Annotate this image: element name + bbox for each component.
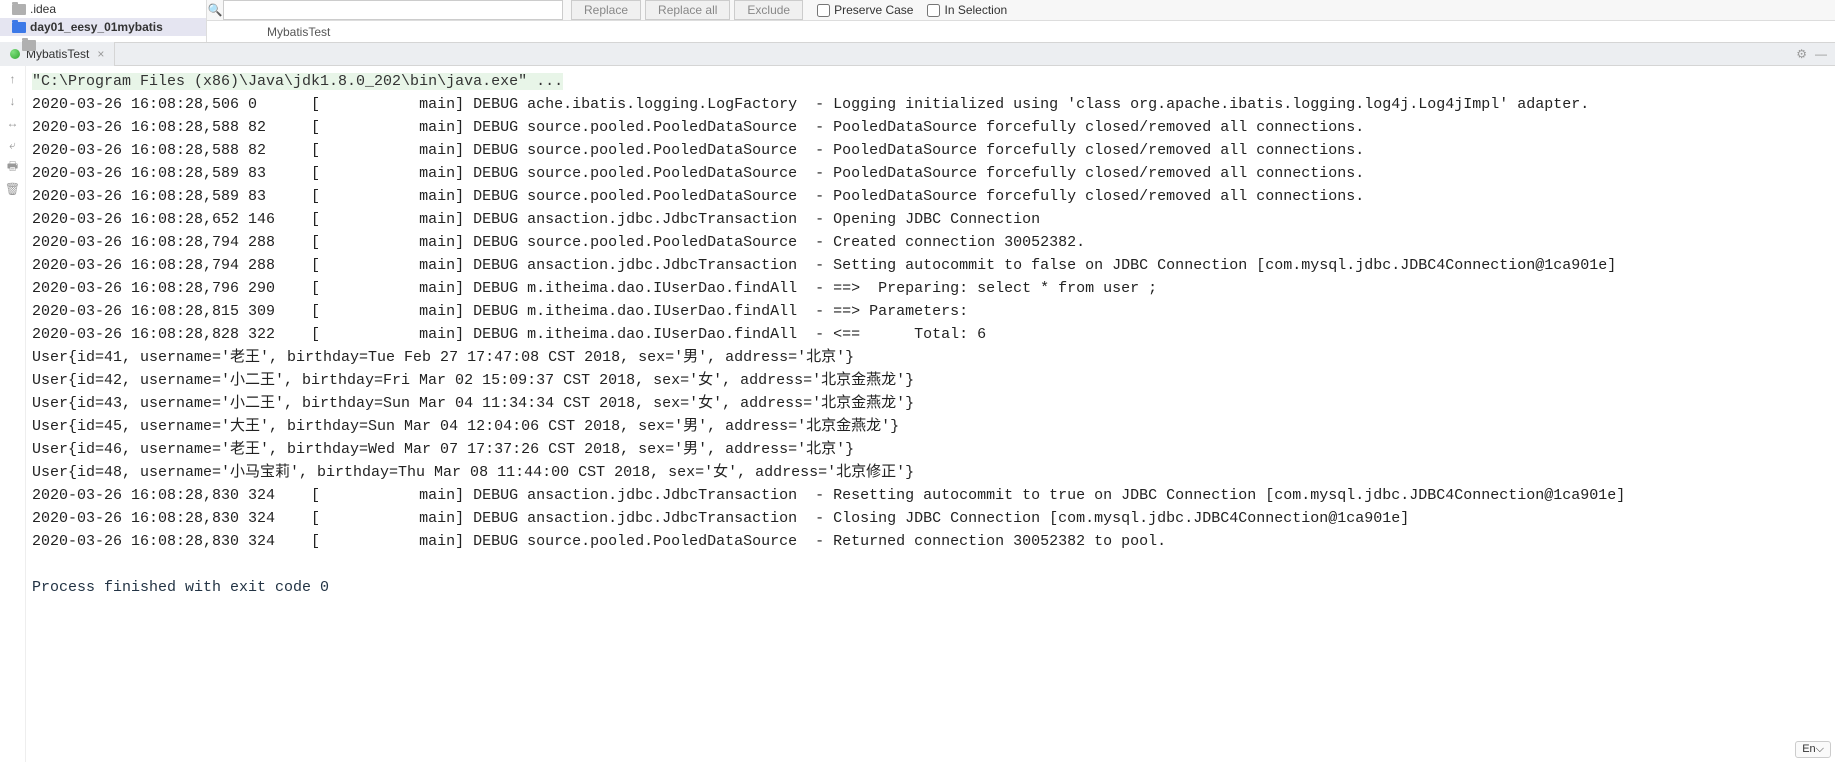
clear-icon[interactable]: 🗑 [4,180,22,198]
console-line: 2020-03-26 16:08:28,589 83 [ main] DEBUG… [32,165,1364,182]
console-line: User{id=48, username='小马宝莉', birthday=Th… [32,464,914,481]
console-line: 2020-03-26 16:08:28,794 288 [ main] DEBU… [32,234,1085,251]
down-icon[interactable]: ↓ [4,92,22,110]
console-line: 2020-03-26 16:08:28,796 290 [ main] DEBU… [32,280,1166,297]
console-line: 2020-03-26 16:08:28,506 0 [ main] DEBUG … [32,96,1589,113]
tree-item-idea[interactable]: .idea [0,0,206,18]
tab-mybatistest[interactable]: MybatisTest × [0,42,115,66]
folder-icon [22,40,36,51]
console-line: 2020-03-26 16:08:28,815 309 [ main] DEBU… [32,303,977,320]
in-selection-label: In Selection [944,3,1007,17]
console-line: User{id=42, username='小二王', birthday=Fri… [32,372,914,389]
console-output[interactable]: "C:\Program Files (x86)\Java\jdk1.8.0_20… [26,66,1835,762]
console-line: User{id=45, username='大王', birthday=Sun … [32,418,899,435]
scroll-to-end-icon[interactable]: ⤶ [4,136,22,154]
console-line: 2020-03-26 16:08:28,589 83 [ main] DEBUG… [32,188,1364,205]
console-line: 2020-03-26 16:08:28,828 322 [ main] DEBU… [32,326,986,343]
gear-icon[interactable]: ⚙ [1796,47,1807,61]
run-tab-bar: MybatisTest × ⚙ — [0,42,1835,66]
minimize-icon[interactable]: — [1815,47,1827,61]
tree-label: .idea [30,2,56,16]
preserve-case-input[interactable] [817,4,830,17]
console-line: 2020-03-26 16:08:28,830 324 [ main] DEBU… [32,533,1166,550]
find-replace-bar: 🔍 Replace Replace all Exclude Preserve C… [207,0,1835,21]
close-icon[interactable]: × [97,47,104,61]
console-line: 2020-03-26 16:08:28,652 146 [ main] DEBU… [32,211,1040,228]
replace-all-button[interactable]: Replace all [645,0,730,20]
tree-item-project[interactable]: day01_eesy_01mybatis [0,18,206,36]
breadcrumb-text: MybatisTest [267,25,330,39]
print-icon[interactable]: 🖶 [4,158,22,176]
replace-button[interactable]: Replace [571,0,641,20]
console-gutter: ↑ ↓ ↔ ⤶ 🖶 🗑 [0,66,26,762]
console-command-line: "C:\Program Files (x86)\Java\jdk1.8.0_20… [32,73,563,90]
console-line: User{id=41, username='老王', birthday=Tue … [32,349,854,366]
in-selection-checkbox[interactable]: In Selection [927,3,1007,17]
search-icon: 🔍 [207,3,223,17]
up-icon[interactable]: ↑ [4,70,22,88]
preserve-case-label: Preserve Case [834,3,913,17]
in-selection-input[interactable] [927,4,940,17]
search-input[interactable] [223,0,563,20]
exclude-button[interactable]: Exclude [734,0,803,20]
console-line: 2020-03-26 16:08:28,588 82 [ main] DEBUG… [32,119,1364,136]
preserve-case-checkbox[interactable]: Preserve Case [817,3,913,17]
console-line: User{id=46, username='老王', birthday=Wed … [32,441,854,458]
soft-wrap-icon[interactable]: ↔ [4,114,22,132]
folder-icon [12,22,26,33]
console-exit-line: Process finished with exit code 0 [32,579,329,596]
console-line: 2020-03-26 16:08:28,830 324 [ main] DEBU… [32,510,1409,527]
tree-label: day01_eesy_01mybatis [30,20,163,34]
console-line: 2020-03-26 16:08:28,588 82 [ main] DEBUG… [32,142,1364,159]
breadcrumb[interactable]: MybatisTest [207,21,1835,42]
run-status-icon [10,49,20,59]
ime-badge[interactable]: En⌵ [1795,741,1831,758]
console-line: 2020-03-26 16:08:28,830 324 [ main] DEBU… [32,487,1625,504]
project-tree[interactable]: .idea day01_eesy_01mybatis ▾ src [0,0,207,42]
console-line: User{id=43, username='小二王', birthday=Sun… [32,395,914,412]
console-line: 2020-03-26 16:08:28,794 288 [ main] DEBU… [32,257,1616,274]
folder-icon [12,4,26,15]
